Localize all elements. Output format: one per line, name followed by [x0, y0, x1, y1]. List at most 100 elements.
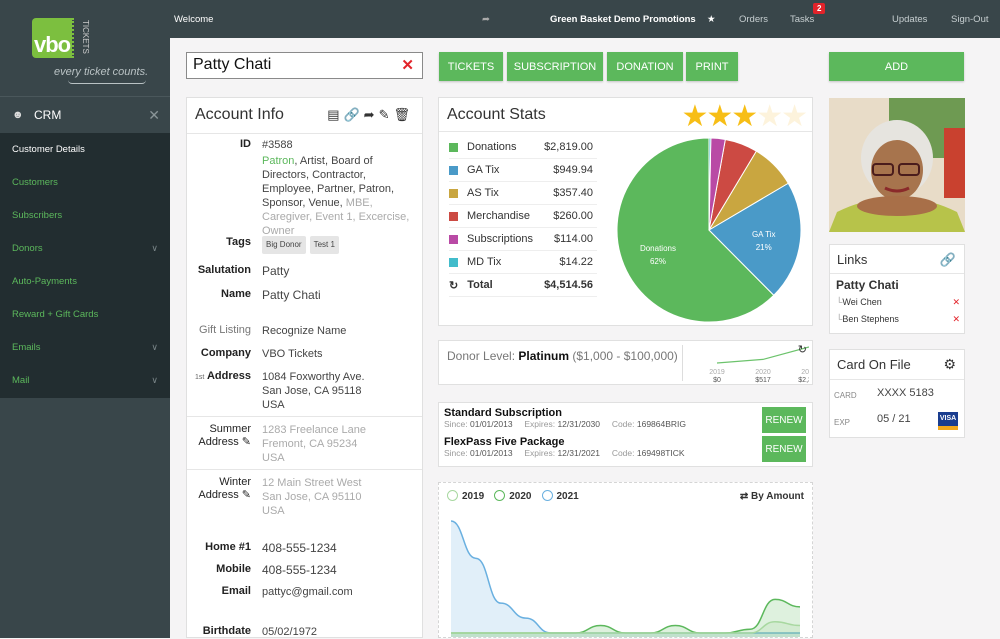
divider — [830, 379, 964, 380]
divider — [682, 345, 683, 381]
pie-data-pct: 62% — [650, 257, 666, 266]
contact-card-icon[interactable]: ▤ — [327, 107, 343, 122]
tag-chip[interactable]: Test 1 — [309, 236, 339, 254]
tag-chip[interactable]: Big Donor — [262, 236, 306, 254]
add-button[interactable]: ADD — [829, 52, 964, 81]
company-value: VBO Tickets — [262, 348, 323, 360]
mobile-phone[interactable]: 408-555-1234 — [262, 563, 420, 577]
crm-section-header[interactable]: ☻ CRM ✕ — [0, 96, 170, 133]
sort-toggle[interactable]: ⇄ By Amount — [740, 491, 804, 502]
nav-label: Mail — [12, 375, 30, 386]
print-button[interactable]: PRINT — [686, 52, 738, 81]
sidebar-item-emails[interactable]: Emails ∨ — [0, 331, 170, 364]
gear-icon[interactable]: ⚙ — [943, 356, 956, 373]
pie-data-label: Donations — [640, 244, 676, 253]
legend-circle-icon — [541, 490, 553, 501]
legend-label: Donations — [467, 141, 517, 153]
legend-row: Merchandise $260.00 — [449, 205, 597, 228]
sidebar-item-reward-gift-cards[interactable]: Reward + Gift Cards — [0, 298, 170, 331]
star-icon[interactable]: ★ — [781, 100, 808, 133]
star-icon[interactable]: ★ — [731, 100, 758, 133]
subscription-button[interactable]: SUBSCRIPTION — [507, 52, 603, 81]
visa-icon: VISA — [938, 412, 958, 430]
tasks-link[interactable]: Tasks — [790, 14, 814, 25]
pie-data-pct: 21% — [756, 243, 772, 252]
edit-icon[interactable]: ✎ — [242, 489, 251, 501]
star-icon[interactable]: ★ — [756, 100, 783, 133]
refresh-icon[interactable]: ↻ — [449, 279, 458, 292]
org-name[interactable]: Green Basket Demo Promotions — [550, 14, 696, 25]
link-icon[interactable]: 🔗 — [940, 252, 956, 268]
sidebar-item-customer-details[interactable]: Customer Details — [0, 133, 170, 166]
winter-label: Winter — [219, 476, 251, 488]
legend-row: Subscriptions $114.00 — [449, 228, 597, 251]
remove-link-icon[interactable]: ✕ — [952, 297, 960, 308]
donation-button[interactable]: DONATION — [607, 52, 683, 81]
sidebar-item-donors[interactable]: Donors ∨ — [0, 232, 170, 265]
donor-prefix: Donor Level: — [447, 349, 519, 363]
edit-icon[interactable]: ✎ — [242, 436, 251, 448]
salutation-value: Patty — [262, 264, 290, 278]
summer-label: Summer — [209, 423, 251, 435]
customer-photo[interactable] — [829, 98, 965, 232]
address-line: USA — [262, 399, 285, 411]
birthdate-label: Birthdate — [202, 625, 251, 637]
role-primary: Patron — [262, 155, 295, 167]
nav-label: Subscribers — [12, 210, 63, 221]
clear-icon[interactable]: ✕ — [401, 56, 414, 74]
links-panel: Links 🔗 Patty Chati └Wei Chen ✕ └Ben Steph… — [829, 244, 965, 334]
tasks-badge: 2 — [813, 3, 826, 14]
signout-link[interactable]: Sign-Out — [951, 14, 989, 25]
pie-data-label: GA Tix — [752, 230, 776, 239]
account-stats-panel: Account Stats ★★★★★ Donations $2,819.00 GA… — [438, 97, 813, 326]
tagline: every ticket counts. — [54, 66, 149, 78]
sidebar-item-subscribers[interactable]: Subscribers — [0, 199, 170, 232]
chevron-down-icon: ∨ — [151, 243, 158, 253]
email-value[interactable]: pattyc@gmail.com — [262, 585, 420, 599]
sidebar-item-mail[interactable]: Mail ∨ — [0, 364, 170, 397]
sidebar-item-customers[interactable]: Customers — [0, 166, 170, 199]
renew-button[interactable]: RENEW — [762, 436, 806, 462]
edit-icon[interactable]: ✎ — [379, 107, 394, 122]
nav-label: Customer Details — [12, 144, 85, 155]
legend-circle-icon — [447, 490, 458, 501]
legend-item-2021[interactable]: 2021 — [541, 490, 579, 502]
nav-label: Reward + Gift Cards — [12, 309, 99, 320]
trash-icon[interactable]: 🗑 — [393, 107, 414, 122]
logo-tickets-text: TICKETS — [72, 18, 90, 58]
legend-row: MD Tix $14.22 — [449, 251, 597, 274]
pin-icon[interactable]: ➦ — [482, 14, 490, 25]
legend-item-2019[interactable]: 2019 — [447, 490, 484, 502]
rating-stars[interactable]: ★★★★★ — [681, 99, 808, 134]
address-line: 12 Main Street West — [262, 477, 362, 489]
legend-item-2020[interactable]: 2020 — [494, 490, 532, 502]
winter-label: Address — [198, 489, 239, 501]
sidebar: vbo TICKETS every ticket counts. ☻ CRM ✕… — [0, 0, 170, 638]
updates-link[interactable]: Updates — [892, 14, 927, 25]
home-phone[interactable]: 408-555-1234 — [262, 541, 420, 555]
tickets-button[interactable]: TICKETS — [439, 52, 503, 81]
swap-icon: ⇄ — [739, 491, 749, 502]
linked-contact[interactable]: └Wei Chen ✕ — [836, 297, 960, 307]
share-icon[interactable]: ➦ — [364, 107, 379, 122]
close-icon[interactable]: ✕ — [148, 107, 160, 124]
remove-link-icon[interactable]: ✕ — [952, 314, 960, 325]
summer-address: 1283 Freelance Lane Fremont, CA 95234 USA — [262, 423, 420, 465]
linked-contact[interactable]: └Ben Stephens ✕ — [836, 314, 960, 324]
refresh-icon[interactable]: ↻ — [798, 343, 807, 356]
primary-link[interactable]: Patty Chati — [836, 278, 899, 292]
birthdate-value: 05/02/1972 — [262, 626, 318, 638]
star-icon[interactable]: ★ — [681, 100, 708, 133]
donor-level: Platinum — [518, 349, 570, 363]
renew-button[interactable]: RENEW — [762, 407, 806, 433]
orders-link[interactable]: Orders — [739, 14, 768, 25]
welcome-text: Welcome — [174, 14, 214, 25]
star-icon[interactable]: ★ — [706, 100, 733, 133]
tagline-underline — [68, 80, 146, 84]
star-icon[interactable]: ★ — [707, 14, 716, 25]
linked-name: Ben Stephens — [842, 314, 899, 324]
link-icon[interactable]: 🔗 — [343, 107, 363, 122]
customer-search-input[interactable]: Patty Chati ✕ — [186, 52, 423, 79]
gift-listing-value: Recognize Name — [262, 325, 347, 337]
sidebar-item-auto-payments[interactable]: Auto-Payments — [0, 265, 170, 298]
